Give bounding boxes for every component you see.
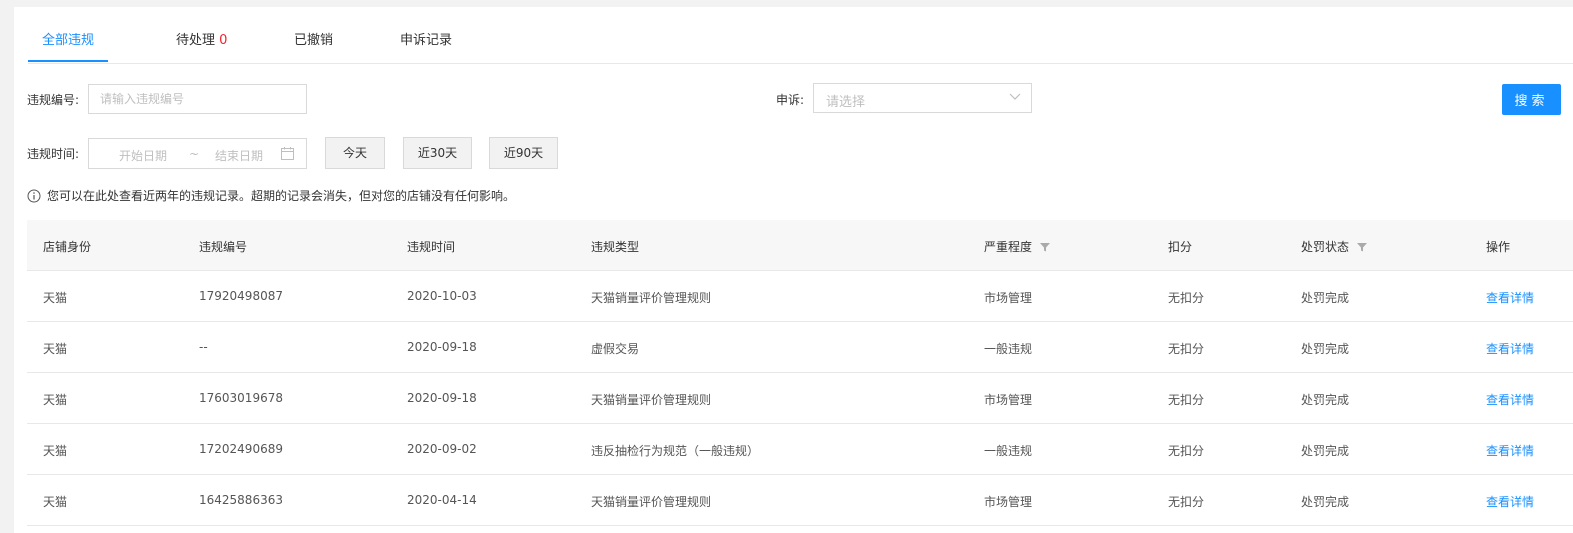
col-violation-time: 违规时间 — [407, 238, 455, 255]
end-date-placeholder: 结束日期 — [215, 149, 264, 163]
col-deduction: 扣分 — [1168, 238, 1192, 255]
tab-appeal-records[interactable]: 申诉记录 — [386, 7, 466, 62]
cell-severity: 市场管理 — [984, 291, 1033, 305]
cell-penalty-status: 处罚完成 — [1301, 342, 1350, 356]
filter-icon[interactable] — [1040, 242, 1051, 252]
violations-panel: 全部违规 待处理 0 已撤销 申诉记录 违规编号: 申诉: 请选择 搜索 违规时… — [14, 7, 1573, 533]
cell-violation-no: -- — [199, 340, 208, 354]
last-90-days-button[interactable]: 近90天 — [489, 137, 558, 169]
cell-store-identity: 天猫 — [43, 444, 68, 458]
cell-violation-no: 17920498087 — [199, 289, 283, 303]
cell-violation-type: 天猫销量评价管理规则 — [591, 393, 712, 407]
cell-violation-time: 2020-09-02 — [407, 442, 477, 456]
cell-violation-type: 违反抽检行为规范（一般违规） — [591, 444, 760, 458]
tab-label: 待处理 — [176, 33, 216, 48]
cell-violation-type: 虚假交易 — [591, 342, 640, 356]
column-label: 店铺身份 — [43, 240, 92, 254]
violations-table: 店铺身份 违规编号 违规时间 违规类型 严重程度 扣分 处罚状态 操作 天猫 17… — [27, 220, 1573, 526]
cell-violation-time: 2020-04-14 — [407, 493, 477, 507]
table-row: 天猫 17603019678 2020-09-18 天猫销量评价管理规则 市场管理 无扣分… — [27, 373, 1573, 424]
col-violation-type: 违规类型 — [591, 238, 639, 255]
cell-violation-time: 2020-09-18 — [407, 391, 477, 405]
tab-revoked[interactable]: 已撤销 — [280, 7, 347, 62]
tab-label: 全部违规 — [42, 33, 95, 48]
table-row: 天猫 16425886363 2020-04-14 天猫销量评价管理规则 市场管理 无扣分… — [27, 475, 1573, 526]
cell-store-identity: 天猫 — [43, 291, 68, 305]
view-details-link[interactable]: 查看详情 — [1486, 391, 1534, 408]
today-button[interactable]: 今天 — [325, 137, 385, 169]
notice-text: 您可以在此处查看近两年的违规记录。超期的记录会消失，但对您的店铺没有任何影响。 — [47, 189, 516, 203]
last-30-days-button[interactable]: 近30天 — [403, 137, 472, 169]
cell-severity: 一般违规 — [984, 444, 1033, 458]
start-date-placeholder: 开始日期 — [119, 149, 168, 163]
calendar-icon — [281, 147, 294, 160]
table-body: 天猫 17920498087 2020-10-03 天猫销量评价管理规则 市场管理 无扣分… — [27, 271, 1573, 526]
cell-deduction: 无扣分 — [1168, 342, 1205, 356]
cell-severity: 市场管理 — [984, 393, 1033, 407]
cell-penalty-status: 处罚完成 — [1301, 291, 1350, 305]
column-label: 违规时间 — [407, 240, 456, 254]
cell-violation-type: 天猫销量评价管理规则 — [591, 495, 712, 509]
cell-violation-no: 17603019678 — [199, 391, 283, 405]
date-range-picker[interactable]: 开始日期 ~ 结束日期 — [88, 138, 307, 169]
tab-bar: 全部违规 待处理 0 已撤销 申诉记录 — [28, 7, 1573, 64]
col-violation-no: 违规编号 — [199, 238, 247, 255]
tab-all-violations[interactable]: 全部违规 — [28, 7, 109, 62]
column-label: 操作 — [1486, 240, 1511, 254]
view-details-link[interactable]: 查看详情 — [1486, 340, 1534, 357]
violation-no-label: 违规编号: — [27, 93, 80, 107]
violation-time-label: 违规时间: — [27, 147, 80, 161]
appeal-select[interactable]: 请选择 — [813, 83, 1032, 113]
table-row: 天猫 -- 2020-09-18 虚假交易 一般违规 无扣分 处罚完成 查看详情 — [27, 322, 1573, 373]
notice: 您可以在此处查看近两年的违规记录。超期的记录会消失，但对您的店铺没有任何影响。 — [27, 187, 515, 204]
search-button[interactable]: 搜索 — [1502, 84, 1561, 115]
tab-label: 申诉记录 — [400, 33, 453, 48]
cell-penalty-status: 处罚完成 — [1301, 444, 1350, 458]
col-actions: 操作 — [1486, 238, 1510, 255]
cell-deduction: 无扣分 — [1168, 291, 1205, 305]
range-separator: ~ — [189, 147, 200, 161]
column-label: 违规类型 — [591, 240, 640, 254]
appeal-select-placeholder: 请选择 — [826, 95, 866, 110]
cell-deduction: 无扣分 — [1168, 495, 1205, 509]
cell-violation-no: 16425886363 — [199, 493, 283, 507]
col-severity: 严重程度 — [984, 238, 1051, 255]
cell-violation-no: 17202490689 — [199, 442, 283, 456]
table-row: 天猫 17202490689 2020-09-02 违反抽检行为规范（一般违规） 一般违… — [27, 424, 1573, 475]
col-store-identity: 店铺身份 — [43, 238, 91, 255]
cell-violation-type: 天猫销量评价管理规则 — [591, 291, 712, 305]
chevron-down-icon — [1009, 93, 1021, 100]
column-label: 处罚状态 — [1301, 240, 1350, 254]
cell-severity: 一般违规 — [984, 342, 1033, 356]
violation-no-input[interactable] — [88, 84, 307, 114]
filter-icon[interactable] — [1357, 242, 1368, 252]
column-label: 违规编号 — [199, 240, 248, 254]
view-details-link[interactable]: 查看详情 — [1486, 442, 1534, 459]
column-label: 扣分 — [1168, 240, 1193, 254]
table-row: 天猫 17920498087 2020-10-03 天猫销量评价管理规则 市场管理 无扣分… — [27, 271, 1573, 322]
tab-label: 已撤销 — [294, 33, 334, 48]
cell-severity: 市场管理 — [984, 495, 1033, 509]
cell-violation-time: 2020-09-18 — [407, 340, 477, 354]
cell-penalty-status: 处罚完成 — [1301, 495, 1350, 509]
table-header: 店铺身份 违规编号 违规时间 违规类型 严重程度 扣分 处罚状态 操作 — [27, 220, 1573, 271]
tab-pending[interactable]: 待处理 0 — [162, 7, 241, 62]
col-penalty-status: 处罚状态 — [1301, 238, 1368, 255]
cell-store-identity: 天猫 — [43, 495, 68, 509]
cell-store-identity: 天猫 — [43, 342, 68, 356]
pending-count-badge: 0 — [219, 33, 228, 48]
cell-violation-time: 2020-10-03 — [407, 289, 477, 303]
cell-deduction: 无扣分 — [1168, 444, 1205, 458]
view-details-link[interactable]: 查看详情 — [1486, 493, 1534, 510]
appeal-label: 申诉: — [776, 93, 805, 107]
view-details-link[interactable]: 查看详情 — [1486, 289, 1534, 306]
cell-deduction: 无扣分 — [1168, 393, 1205, 407]
column-label: 严重程度 — [984, 240, 1033, 254]
cell-store-identity: 天猫 — [43, 393, 68, 407]
cell-penalty-status: 处罚完成 — [1301, 393, 1350, 407]
info-icon — [27, 189, 41, 202]
